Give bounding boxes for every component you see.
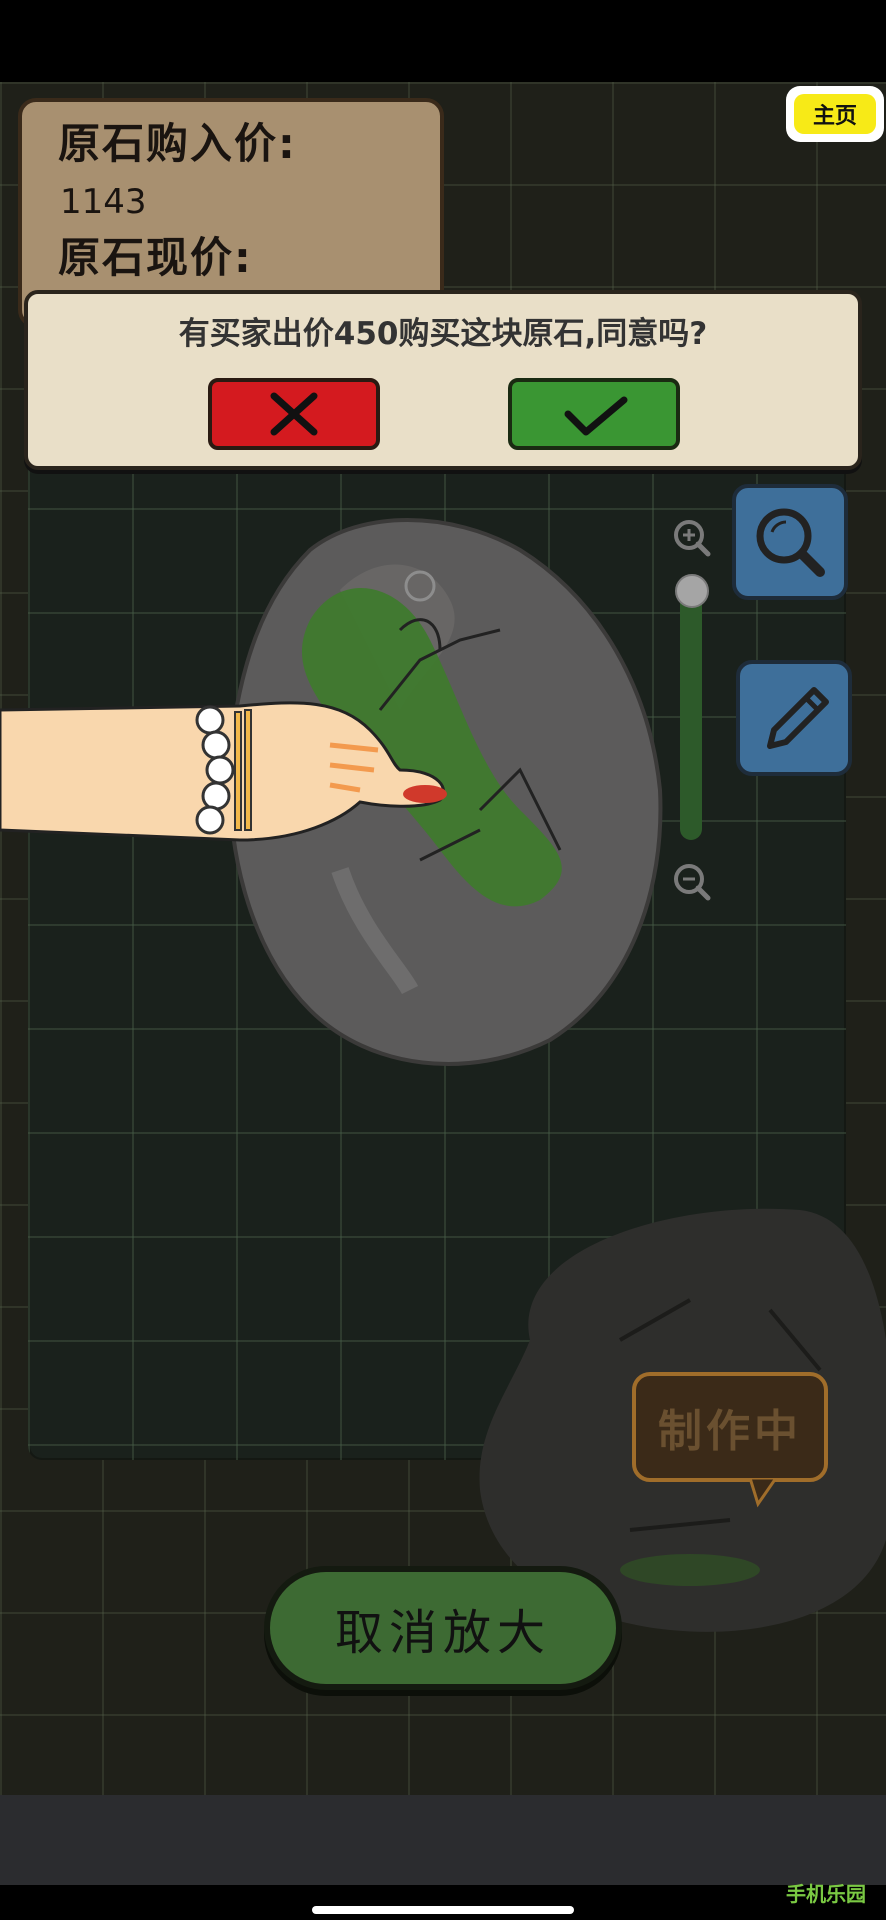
home-button[interactable]: 主页	[786, 86, 884, 142]
offer-message: 有买家出价450购买这块原石,同意吗?	[178, 316, 708, 352]
home-button-label: 主页	[794, 94, 876, 134]
purchase-price-value: 1143	[60, 182, 147, 222]
check-icon	[564, 396, 628, 436]
reject-button[interactable]	[208, 378, 380, 450]
watermark-logo: 手机乐园	[786, 1882, 866, 1906]
zoom-slider-track[interactable]	[680, 590, 702, 840]
bottom-bar	[0, 1795, 886, 1885]
status-bar-area	[0, 0, 886, 82]
pencil-icon	[767, 687, 829, 749]
badge-pointer-icon	[748, 1478, 778, 1508]
close-icon	[270, 392, 318, 436]
magnifier-icon	[756, 508, 825, 577]
offer-dialog: 有买家出价450购买这块原石,同意吗?	[24, 290, 862, 470]
accept-button[interactable]	[508, 378, 680, 450]
status-badge: 制作中	[632, 1372, 828, 1482]
hand-with-bracelet	[0, 701, 447, 842]
home-indicator[interactable]	[312, 1906, 574, 1914]
system-bar	[0, 1885, 886, 1920]
purchase-price-label: 原石购入价:	[58, 119, 297, 168]
pencil-button[interactable]	[736, 660, 852, 776]
magnifier-button[interactable]	[732, 484, 848, 600]
zoom-slider-handle[interactable]	[675, 574, 709, 608]
cancel-zoom-button[interactable]: 取消放大	[264, 1566, 622, 1690]
zoom-out-icon[interactable]	[672, 862, 712, 902]
current-price-label: 原石现价:	[58, 233, 253, 282]
zoom-in-icon[interactable]	[672, 518, 712, 558]
